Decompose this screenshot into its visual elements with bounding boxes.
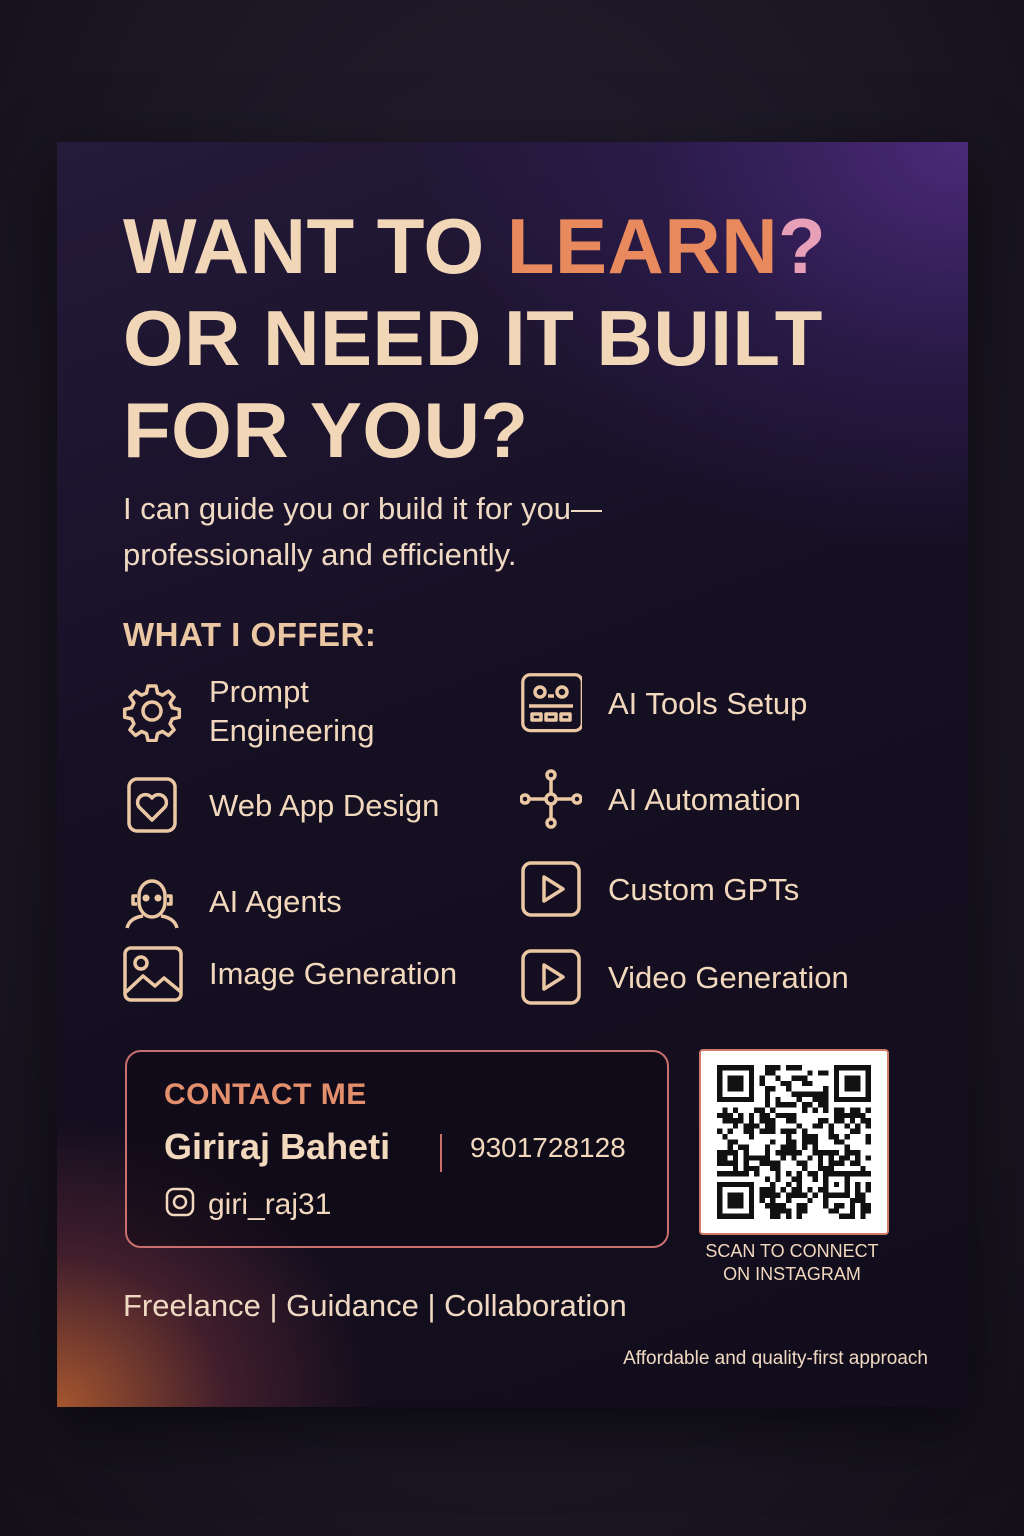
contact-name: Giriraj Baheti [164, 1126, 391, 1167]
offer-item-label: Web App Design [209, 787, 440, 823]
offer-item-label: Custom GPTs [608, 871, 800, 907]
offer-item-ai-automation: AI Automation [520, 768, 868, 830]
heart-app-icon [121, 774, 183, 836]
offer-item-label: Prompt Engineering [209, 674, 375, 748]
instagram-icon [164, 1186, 196, 1223]
offer-item-label: AI Agents [209, 883, 342, 919]
offer-item-label: Image Generation [209, 955, 458, 991]
contact-title: CONTACT ME [164, 1078, 367, 1111]
qr-code-pattern [717, 1065, 871, 1219]
offer-item-custom-gpts: Custom GPTs [520, 858, 868, 920]
subtitle: I can guide you or build it for you— pro… [123, 486, 763, 578]
offer-item-video-generation: Video Generation [520, 946, 868, 1008]
subtitle-line-2: professionally and efficiently. [123, 537, 517, 572]
play-icon [520, 946, 582, 1008]
tagline: Freelance | Guidance | Collaboration [123, 1288, 627, 1323]
qr-caption-line-2: ON INSTAGRAM [723, 1264, 861, 1284]
flyer: WANT TO LEARN? OR NEED IT BUILT FOR YOU?… [57, 142, 968, 1407]
offer-item-ai-tools-setup: AI Tools Setup [520, 672, 868, 734]
offer-item-label: Video Generation [608, 959, 849, 995]
offer-item-label: AI Automation [608, 781, 802, 817]
offer-title: WHAT I OFFER: [123, 616, 377, 653]
qr-caption-line-1: SCAN TO CONNECT [705, 1241, 879, 1261]
offer-item-web-app-design: Web App Design [121, 774, 469, 836]
headline-line-2: OR NEED IT BUILT [123, 294, 823, 382]
offer-item-prompt-engineering: Prompt Engineering [121, 672, 469, 750]
headline-line-3: FOR YOU? [123, 386, 529, 474]
footnote: Affordable and quality-first approach [623, 1348, 928, 1369]
headline-highlight: LEARN [506, 202, 779, 290]
contact-divider [440, 1134, 442, 1172]
contact-phone[interactable]: 9301728128 [470, 1132, 626, 1164]
offer-item-ai-agents: AI Agents [121, 870, 469, 932]
subtitle-line-1: I can guide you or build it for you— [123, 491, 603, 526]
instagram-link[interactable]: giri_raj31 [164, 1186, 331, 1223]
qr-caption: SCAN TO CONNECT ON INSTAGRAM [683, 1240, 901, 1286]
contact-card: CONTACT ME Giriraj Baheti 9301728128 gir… [125, 1050, 669, 1248]
headline: WANT TO LEARN? OR NEED IT BUILT FOR YOU? [123, 200, 923, 476]
headline-question-mark: ? [778, 202, 827, 290]
robot-icon [520, 672, 582, 734]
play-icon [520, 858, 582, 920]
headline-prefix: WANT TO [123, 202, 507, 290]
image-icon [121, 942, 183, 1004]
offer-item-image-generation: Image Generation [121, 942, 469, 1004]
headline-line-1: WANT TO LEARN? [123, 200, 923, 292]
network-icon [520, 768, 582, 830]
offer-item-label: AI Tools Setup [608, 685, 808, 721]
gear-icon [121, 680, 183, 742]
qr-code[interactable] [699, 1049, 889, 1235]
instagram-handle: giri_raj31 [208, 1187, 332, 1221]
agent-head-icon [121, 870, 183, 932]
